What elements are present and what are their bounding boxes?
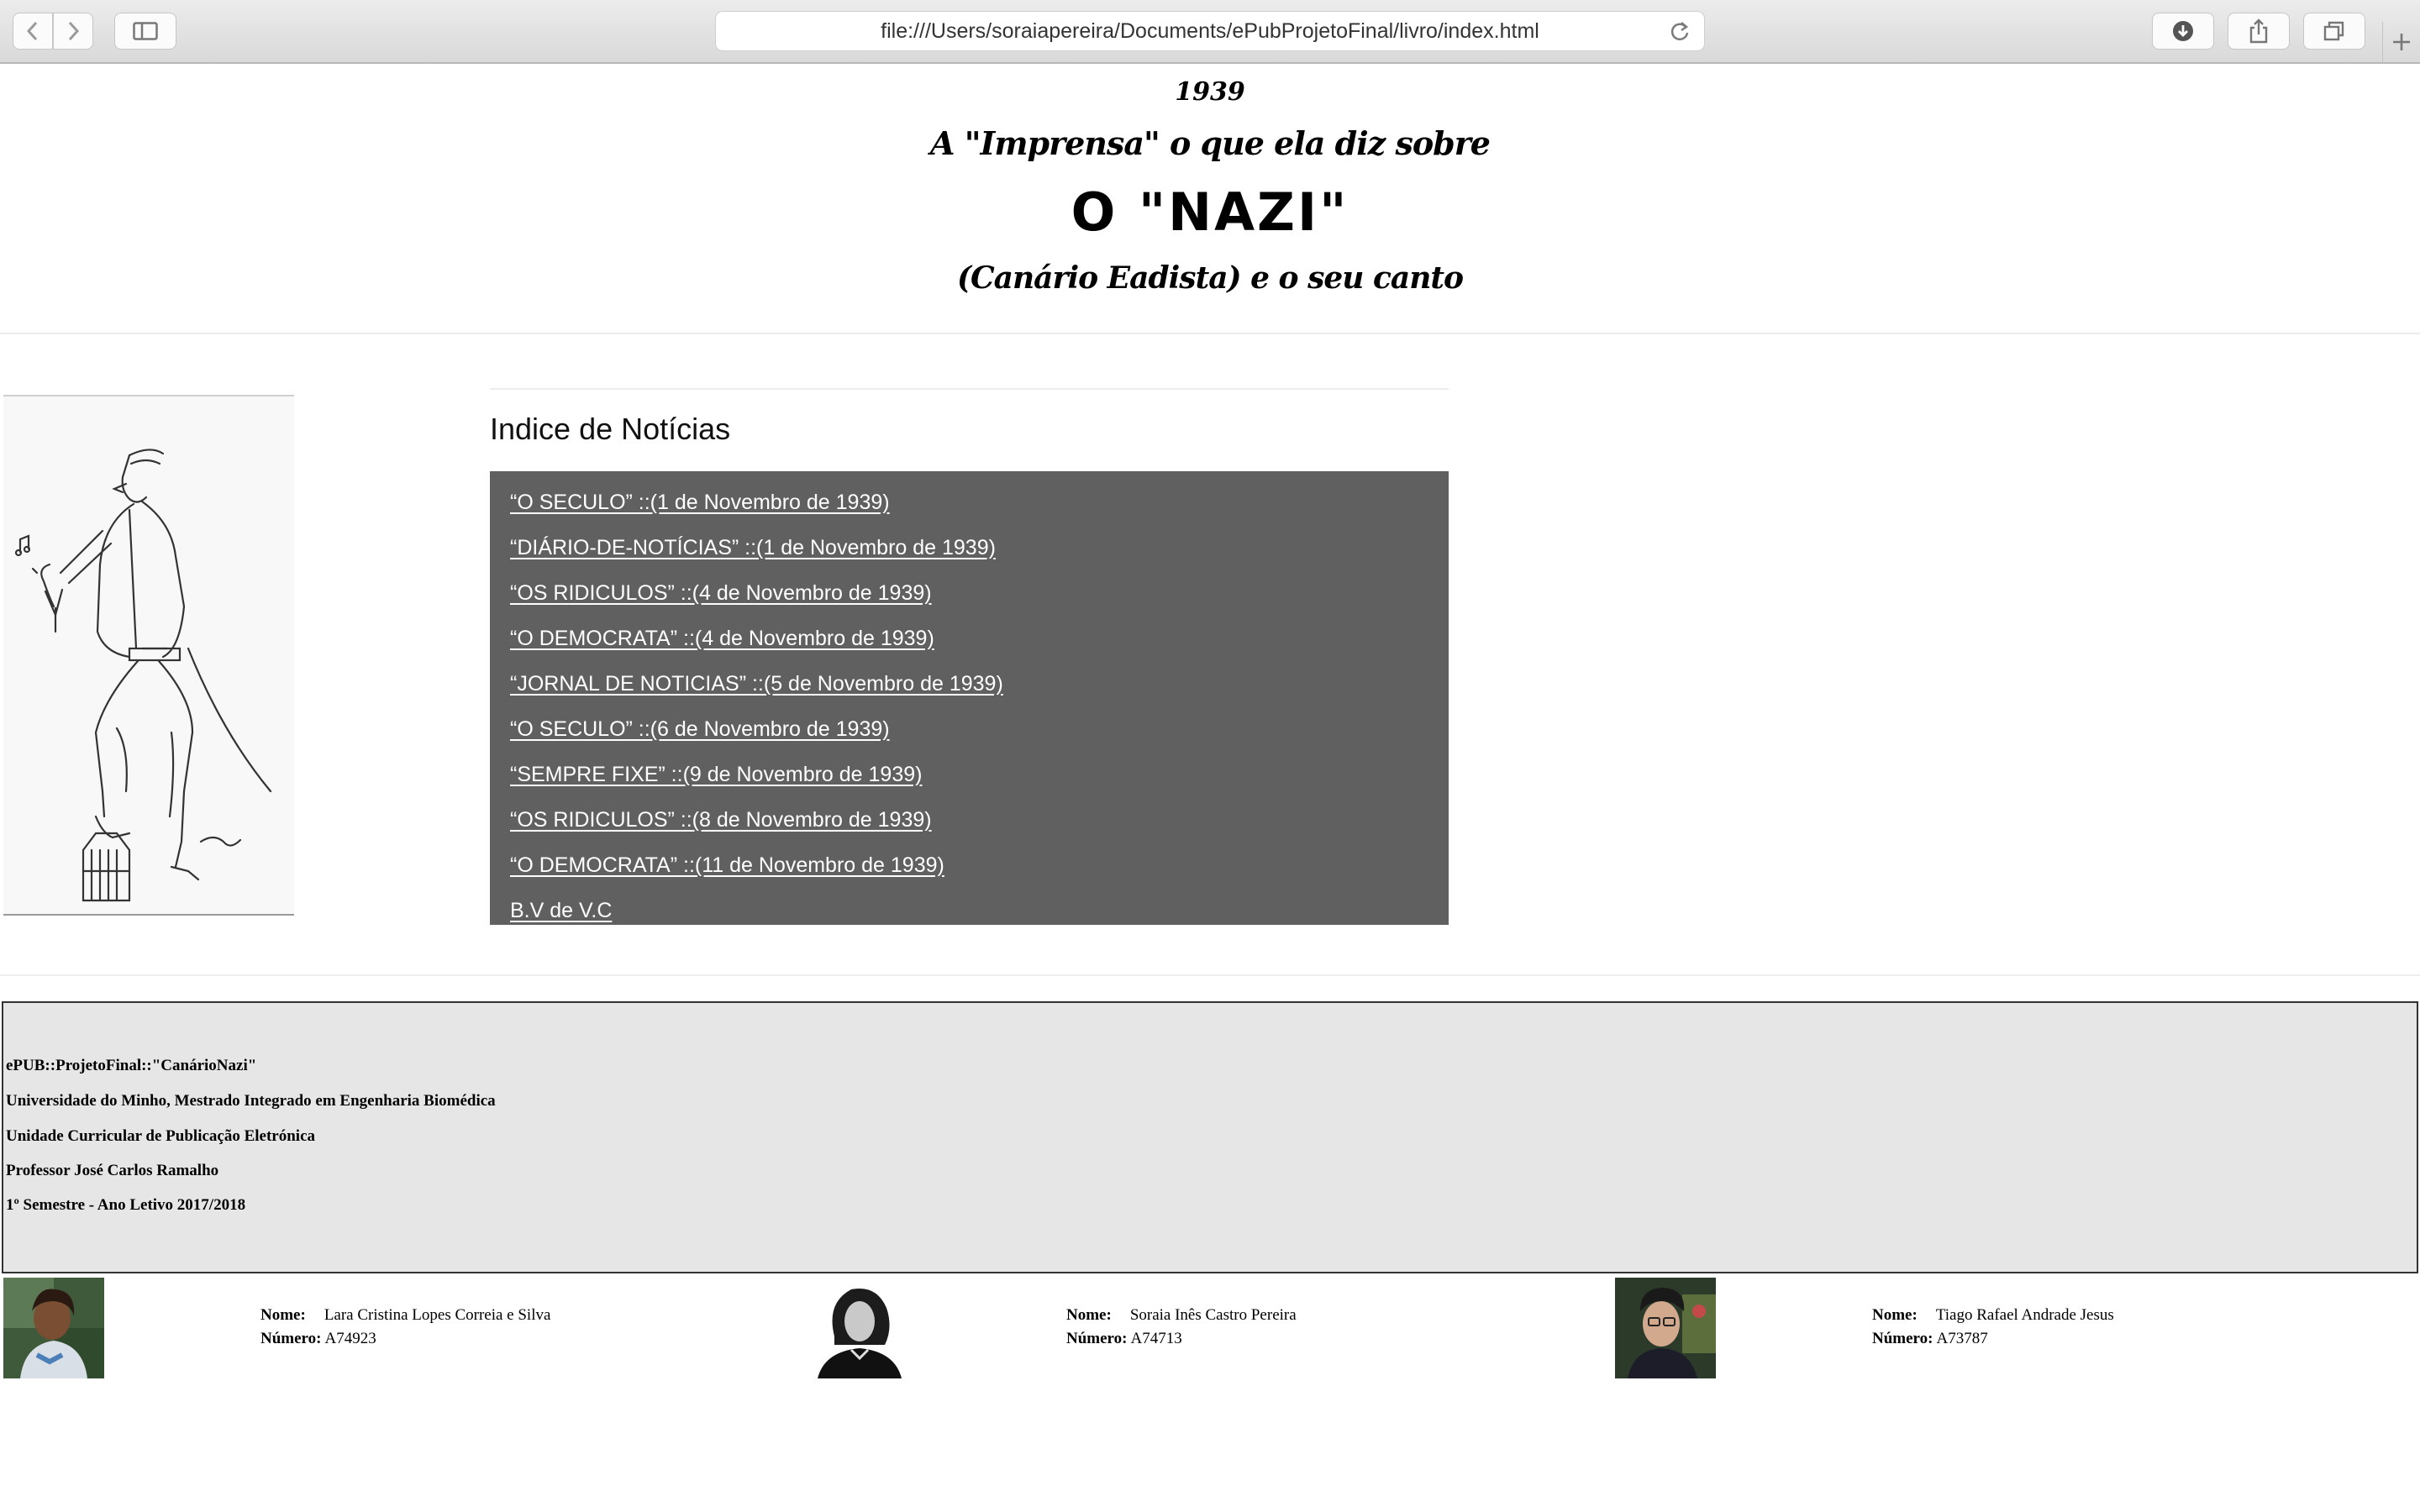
member-name: Soraia Inês Castro Pereira	[1129, 1306, 1297, 1324]
share-button[interactable]	[2228, 13, 2290, 50]
sidebar-toggle-button[interactable]	[114, 13, 176, 50]
share-icon	[2249, 18, 2268, 44]
news-index-list: “O SECULO” ::(1 de Novembro de 1939) “DI…	[490, 471, 1449, 925]
member-number-label: Número:	[1872, 1330, 1933, 1347]
plus-icon	[2393, 34, 2410, 50]
canary-cartoon-illustration	[3, 395, 294, 916]
download-icon	[2173, 21, 2193, 41]
footer-professor-line: Professor José Carlos Ramalho	[6, 1162, 219, 1179]
forward-button[interactable]	[53, 13, 93, 50]
news-link-o-democrata-11[interactable]: “O DEMOCRATA” ::(11 de Novembro de 1939)	[510, 843, 1449, 888]
reload-button[interactable]	[1669, 19, 1691, 49]
news-link-os-ridiculos-4[interactable]: “OS RIDICULOS” ::(4 de Novembro de 1939)	[510, 570, 1449, 616]
member-name: Tiago Rafael Andrade Jesus	[1935, 1306, 2114, 1324]
downloads-button[interactable]	[2152, 13, 2214, 50]
member-photo-tiago	[1615, 1278, 1716, 1378]
browser-toolbar: file:///Users/soraiapereira/Documents/eP…	[0, 0, 2420, 64]
member-number: A73787	[1936, 1330, 1988, 1347]
footer-info-box: ePUB::ProjetoFinal::"CanárioNazi" Univer…	[2, 1001, 2418, 1273]
header-subtitle: A "Imprensa" o que ela diz sobre	[930, 124, 1491, 162]
address-url: file:///Users/soraiapereira/Documents/eP…	[881, 18, 1539, 43]
reload-icon	[1670, 22, 1689, 40]
address-bar[interactable]: file:///Users/soraiapereira/Documents/eP…	[715, 11, 1705, 51]
member-number: A74923	[324, 1330, 376, 1347]
page-title: O "NAZI"	[1071, 181, 1349, 243]
footer-project-line: ePUB::ProjetoFinal::"CanárioNazi"	[6, 1057, 257, 1074]
avatar	[809, 1278, 910, 1378]
news-link-bv-de-vc[interactable]: B.V de V.C	[510, 888, 1449, 933]
news-link-sempre-fixe[interactable]: “SEMPRE FIXE” ::(9 de Novembro de 1939)	[510, 752, 1449, 797]
page-header: 1939 A "Imprensa" o que ela diz sobre O …	[0, 64, 2420, 334]
member-info-lara: Nome: Lara Cristina Lopes Correia e Silva…	[260, 1304, 550, 1351]
footer-course-line: Unidade Curricular de Publicação Eletrón…	[6, 1127, 316, 1145]
member-name-label: Nome:	[260, 1306, 306, 1324]
member-info-soraia: Nome: Soraia Inês Castro Pereira Número: A…	[1066, 1304, 1297, 1351]
sidebar-icon	[133, 22, 158, 40]
news-link-o-seculo-1[interactable]: “O SECULO” ::(1 de Novembro de 1939)	[510, 480, 1449, 525]
member-name-label: Nome:	[1872, 1306, 1918, 1324]
member-name-label: Nome:	[1066, 1306, 1112, 1324]
news-link-o-seculo-6[interactable]: “O SECULO” ::(6 de Novembro de 1939)	[510, 706, 1449, 752]
index-heading: Indice de Notícias	[490, 412, 731, 446]
member-photo-soraia	[809, 1278, 910, 1378]
cartoon-drawing	[14, 449, 272, 902]
member-photo-lara	[3, 1278, 104, 1378]
tabs-overview-button[interactable]	[2303, 13, 2365, 50]
header-subtitle-2: (Canário Eadista) e o seu canto	[956, 260, 1464, 296]
news-link-diario-de-noticias[interactable]: “DIÁRIO-DE-NOTÍCIAS” ::(1 de Novembro de…	[510, 525, 1449, 570]
avatar	[3, 1278, 104, 1378]
header-year: 1939	[1175, 77, 1245, 107]
index-divider	[490, 388, 1449, 390]
new-tab-button[interactable]	[2382, 22, 2420, 62]
news-link-jornal-de-noticias[interactable]: “JORNAL DE NOTICIAS” ::(5 de Novembro de…	[510, 661, 1449, 706]
member-number-label: Número:	[260, 1330, 322, 1347]
avatar	[1615, 1278, 1716, 1378]
chevron-left-icon	[26, 21, 38, 41]
back-button[interactable]	[13, 13, 53, 50]
tabs-icon	[2323, 21, 2344, 41]
member-number-label: Número:	[1066, 1330, 1128, 1347]
footer-semester-line: 1º Semestre - Ano Letivo 2017/2018	[6, 1196, 246, 1214]
member-info-tiago: Nome: Tiago Rafael Andrade Jesus Número: A…	[1872, 1304, 2114, 1351]
member-name: Lara Cristina Lopes Correia e Silva	[324, 1306, 551, 1324]
member-number: A74713	[1130, 1330, 1182, 1347]
section-divider	[0, 974, 2420, 976]
news-link-o-democrata-4[interactable]: “O DEMOCRATA” ::(4 de Novembro de 1939)	[510, 616, 1449, 661]
footer-university-line: Universidade do Minho, Mestrado Integrad…	[6, 1092, 496, 1110]
news-link-os-ridiculos-8[interactable]: “OS RIDICULOS” ::(8 de Novembro de 1939)	[510, 797, 1449, 843]
chevron-right-icon	[68, 21, 80, 41]
